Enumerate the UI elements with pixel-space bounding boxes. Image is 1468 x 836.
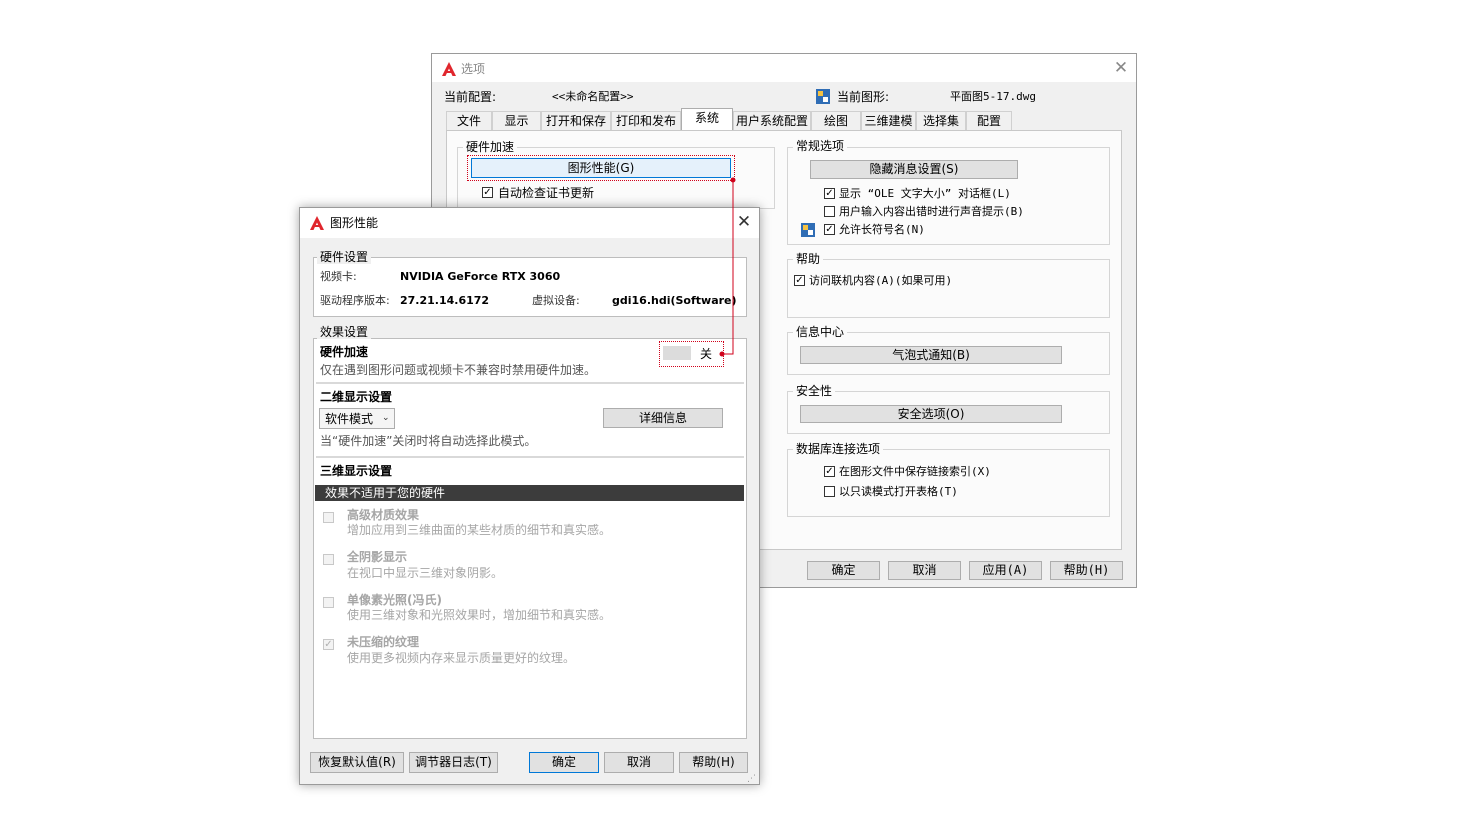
connector-line xyxy=(719,177,736,357)
